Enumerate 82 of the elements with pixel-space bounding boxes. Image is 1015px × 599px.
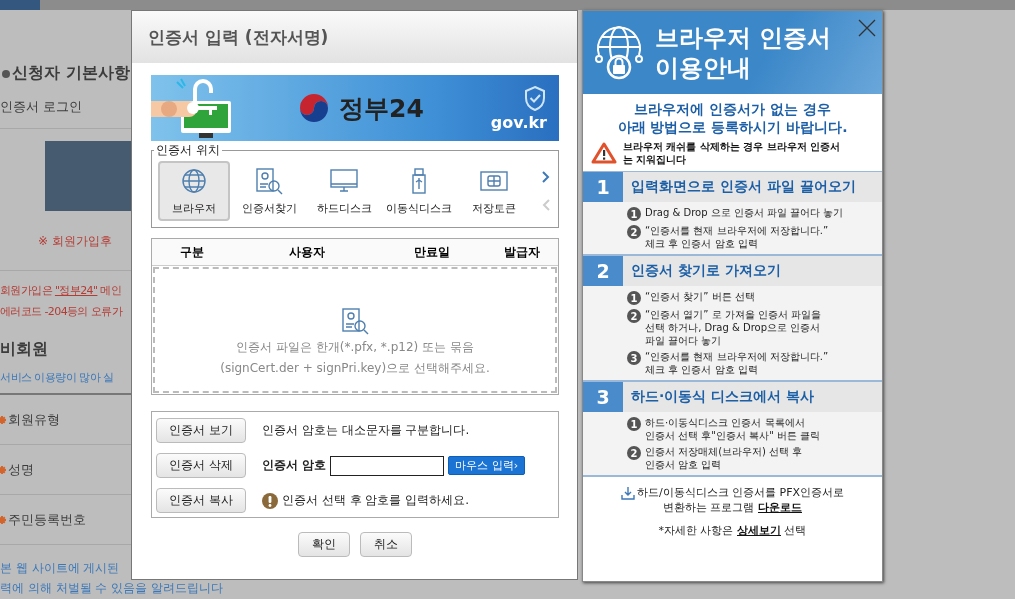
- step-text: “인증서를 현재 브라우저에 저장합니다.” 체크 후 인증서 암호 입력: [645, 224, 829, 250]
- column-header: 사용자: [288, 243, 326, 261]
- asterisk-icon: [0, 415, 6, 424]
- location-tab[interactable]: 이동식디스크: [383, 161, 455, 221]
- drop-hint: (signCert.der + signPri.key)으로 선택해주세요.: [220, 360, 490, 377]
- field-label: 회원유형: [8, 410, 60, 429]
- step-marker: 1: [627, 291, 641, 305]
- download-link[interactable]: 다운로드: [758, 501, 802, 514]
- section-title: 인증서 찾기로 가져오기: [630, 261, 781, 280]
- step-text: “인증서 열기” 로 가져올 인증서 파일을 선택 하거나, Drag & Drop으로 인증서 파일 끌어다 놓기: [645, 308, 822, 347]
- taegeuk-icon: [297, 91, 331, 125]
- step-text: 인증서 저장매체(브라우저) 선택 후 인증서 암호 입력: [645, 445, 803, 471]
- brand-name: 정부24: [339, 92, 424, 125]
- guide-title: 브라우저 인증서: [655, 22, 832, 53]
- error-note: 에러코드 -204등의 오류가: [0, 304, 124, 319]
- warning-text: 인증서 선택 후 암호를 입력하세요.: [282, 492, 470, 509]
- step-text: Drag & Drop 으로 인증서 파일 끌어다 놓기: [645, 206, 844, 219]
- field-label: 주민등록번호: [8, 510, 86, 529]
- step-text: “인증서를 현재 브라우저에 저장합니다.” 체크 후 인증서 암호 입력: [645, 350, 829, 376]
- certificate-search-icon: [254, 166, 284, 195]
- drop-zone[interactable]: 인증서 파일은 한개(*.pfx, *.p12) 또는 묶음 (signCert.der + signPri.key)으로 선택해주세요.: [153, 267, 557, 393]
- step-number: 1: [583, 172, 623, 202]
- location-tab[interactable]: 브라우저: [158, 161, 230, 221]
- location-tab[interactable]: 저장토큰: [458, 161, 530, 221]
- step-marker: 3: [627, 351, 641, 365]
- password-label: 인증서 암호: [262, 457, 327, 474]
- step-marker: 1: [627, 207, 641, 221]
- bullet-icon: [2, 69, 10, 78]
- notice-text: ※ 회원가입후: [38, 233, 113, 250]
- asterisk-icon: [0, 515, 6, 524]
- note-text: 메인: [99, 284, 122, 297]
- action-button[interactable]: 인증서 복사: [156, 488, 246, 513]
- step-marker: 1: [627, 417, 641, 431]
- certificate-search-icon: [340, 307, 370, 335]
- mouse-input-button[interactable]: 마우스 입력›: [448, 456, 526, 475]
- intro-text: 아래 방법으로 등록하시기 바랍니다.: [616, 118, 849, 136]
- monitor-icon: [329, 166, 359, 195]
- step-marker: 2: [627, 225, 641, 239]
- step-marker: 2: [627, 309, 641, 323]
- globe-icon: [179, 166, 209, 195]
- footer-text: 본 웹 사이트에 게시된: [0, 560, 121, 577]
- warning-icon: [591, 142, 617, 164]
- step-marker: 2: [627, 446, 641, 460]
- location-tab[interactable]: 인증서찾기: [233, 161, 305, 221]
- column-header: 만료일: [413, 243, 451, 261]
- download-text: 변환하는 프로그램: [663, 501, 756, 514]
- warning-text: 브라우저 캐쉬를 삭제하는 경우 브라우저 인증서는 지워집니다: [623, 140, 842, 166]
- section-heading: 신청자 기본사항: [12, 63, 130, 84]
- column-header: 발급자: [503, 243, 541, 261]
- section-title: 하드·이동식 디스크에서 복사: [630, 387, 815, 406]
- step-text: 하드·이동식디스크 인증서 목록에서 인증서 선택 후"인증서 복사" 버튼 클릭: [645, 416, 821, 442]
- intro-text: 브라우저에 인증서가 없는 경우: [633, 100, 832, 118]
- location-tab[interactable]: 하드디스크: [308, 161, 380, 221]
- asterisk-icon: [0, 465, 6, 474]
- close-icon[interactable]: [858, 19, 876, 37]
- action-button[interactable]: 인증서 보기: [156, 418, 246, 443]
- hint-text: 인증서 암호는 대소문자를 구분합니다.: [262, 422, 470, 439]
- download-icon: [620, 485, 635, 500]
- guest-heading: 비회원: [0, 339, 49, 360]
- domain-text: gov.kr: [490, 112, 547, 132]
- guide-title: 이용안내: [655, 52, 752, 83]
- dialog-button[interactable]: 취소: [360, 532, 412, 557]
- password-field[interactable]: [330, 455, 445, 476]
- step-text: “인증서 찾기” 버튼 선택: [645, 290, 755, 303]
- note-text: 회원가입은: [0, 284, 53, 297]
- dialog-button[interactable]: 확인: [298, 532, 350, 557]
- section-title: 입력화면으로 인증서 파일 끌어오기: [630, 177, 856, 196]
- step-number: 3: [583, 382, 623, 412]
- action-button[interactable]: 인증서 삭제: [156, 453, 246, 478]
- dialog-title: 인증서 입력 (전자서명): [132, 11, 577, 63]
- shield-check-icon: [523, 84, 547, 111]
- detail-text: 선택: [783, 524, 807, 537]
- drop-hint: 인증서 파일은 한개(*.pfx, *.p12) 또는 묶음: [236, 339, 474, 356]
- detail-link[interactable]: 상세보기: [737, 524, 781, 537]
- frame-legend: 인증서 위치: [154, 142, 222, 159]
- download-text: 하드/이동식디스크 인증서를 PFX인증서로: [636, 485, 845, 500]
- detail-text: *자세한 사항은: [658, 524, 735, 537]
- field-label: 성명: [8, 460, 34, 479]
- column-header: 구분: [179, 243, 205, 261]
- step-number: 2: [583, 256, 623, 286]
- footer-text: 력에 의해 처벌될 수 있음을 알려드립니다: [0, 580, 224, 597]
- exclamation-icon: [262, 492, 278, 509]
